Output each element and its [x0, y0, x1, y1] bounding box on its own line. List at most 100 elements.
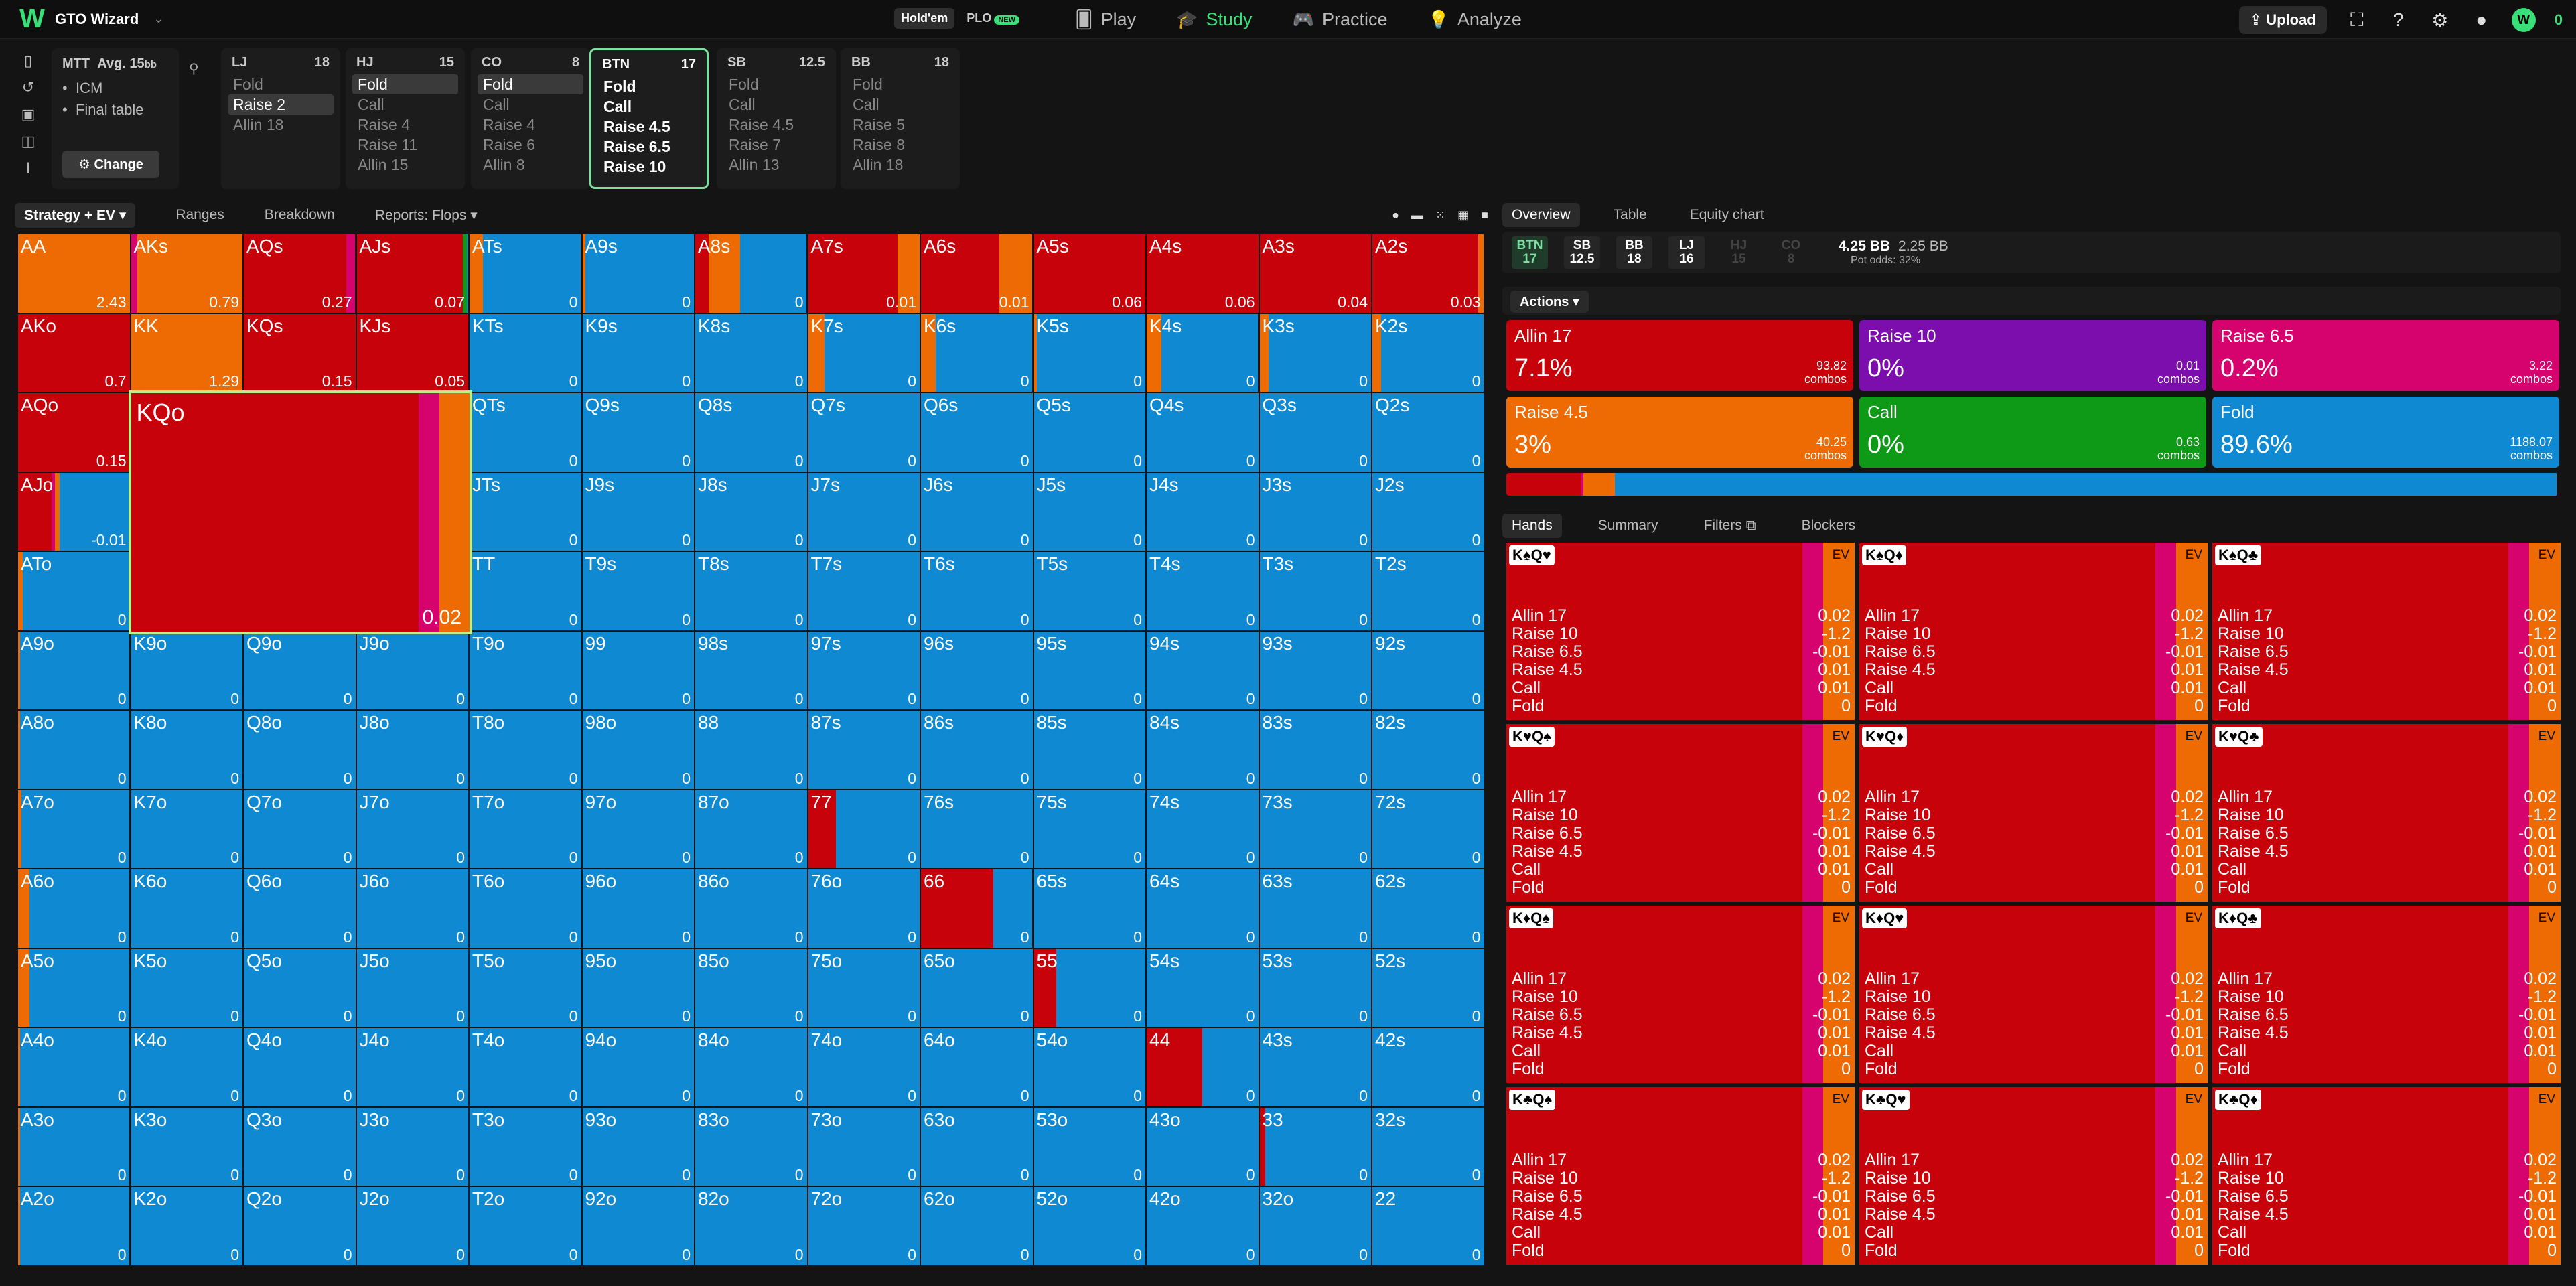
action-card-fold[interactable]: Fold 89.6% 1188.07 combos — [2212, 397, 2559, 468]
hand-cell[interactable]: K5s 0 — [1033, 313, 1147, 393]
hand-cell[interactable]: 55 0 — [1033, 948, 1147, 1028]
hand-cell[interactable]: Q8s 0 — [695, 393, 808, 473]
position-action[interactable]: Raise 11 — [352, 135, 458, 155]
hand-cell[interactable]: K2o 0 — [131, 1187, 244, 1267]
hand-cell[interactable]: J9o 0 — [356, 631, 470, 711]
hand-cell[interactable]: QTs 0 — [470, 393, 583, 473]
hand-cell[interactable]: 82s 0 — [1372, 711, 1486, 790]
history-icon[interactable]: ↺ — [22, 79, 34, 96]
screenshot-icon[interactable]: ⛶ — [2346, 9, 2368, 31]
hand-cell[interactable]: Q5o 0 — [244, 948, 357, 1028]
position-action[interactable]: Raise 8 — [847, 135, 953, 155]
nav-play[interactable]: 🂠 Play — [1075, 9, 1136, 30]
hand-cell[interactable]: KJs 0.05 — [356, 313, 470, 393]
hand-cell[interactable]: 95o 0 — [582, 948, 695, 1028]
hand-cell[interactable]: A9o 0 — [18, 631, 131, 711]
position-action[interactable]: Fold — [847, 74, 953, 94]
position-action[interactable]: Allin 15 — [352, 155, 458, 175]
hand-cell[interactable]: J5o 0 — [356, 948, 470, 1028]
position-action[interactable]: Allin 8 — [478, 155, 583, 175]
position-action[interactable]: Raise 6 — [478, 135, 583, 155]
nav-analyze[interactable]: 💡 Analyze — [1427, 9, 1521, 30]
hand-cell[interactable]: KK 1.29 — [131, 313, 244, 393]
hand-cell[interactable]: 63o 0 — [921, 1107, 1034, 1187]
hand-cell[interactable]: TT 0 — [470, 552, 583, 632]
brand[interactable]: W GTO Wizard ⌄ — [19, 4, 163, 33]
hand-cell[interactable]: 65o 0 — [921, 948, 1034, 1028]
combo-cell[interactable]: K♦Q♣ EV Allin 17 0.02 Raise 10 -1.2 Raise 6.5 -… — [2212, 906, 2561, 1085]
hand-cell[interactable]: A2o 0 — [18, 1187, 131, 1267]
position-card-hj[interactable]: HJ 15 Fold Call Raise 4 Raise 11 Allin 15 — [346, 48, 465, 189]
hand-cell[interactable]: 72o 0 — [808, 1187, 921, 1267]
hand-cell[interactable]: T8s 0 — [695, 552, 808, 632]
hand-cell[interactable]: A3o 0 — [18, 1107, 131, 1187]
hand-cell[interactable]: 76s 0 — [921, 790, 1034, 869]
stack-chip-lj[interactable]: LJ 16 — [1668, 236, 1705, 269]
hand-cell[interactable]: J7o 0 — [356, 790, 470, 869]
hand-cell[interactable]: Q6o 0 — [244, 869, 357, 949]
tab-hands[interactable]: Hands — [1502, 514, 1562, 538]
combo-cell[interactable]: K♠Q♣ EV Allin 17 0.02 Raise 10 -1.2 Raise 6.5 -… — [2212, 543, 2561, 722]
hand-cell[interactable]: J7s 0 — [808, 472, 921, 552]
full-square-icon[interactable]: ■ — [1481, 208, 1488, 222]
tab-blockers[interactable]: Blockers — [1792, 514, 1865, 538]
hand-cell[interactable]: Q3s 0 — [1259, 393, 1372, 473]
position-action[interactable]: Raise 4 — [478, 115, 583, 135]
hand-cell[interactable]: K9o 0 — [131, 631, 244, 711]
position-action[interactable]: Call — [598, 96, 700, 117]
hand-cell[interactable]: K6s 0 — [921, 313, 1034, 393]
nav-practice[interactable]: 🎮 Practice — [1293, 9, 1388, 30]
tab-equity-chart[interactable]: Equity chart — [1680, 203, 1774, 227]
hand-cell[interactable]: K3o 0 — [131, 1107, 244, 1187]
hand-cell[interactable]: ATs 0 — [470, 234, 583, 314]
hand-cell[interactable]: 93o 0 — [582, 1107, 695, 1187]
hand-cell[interactable]: T6o 0 — [470, 869, 583, 949]
hand-cell[interactable]: 73o 0 — [808, 1107, 921, 1187]
hand-cell[interactable]: T7o 0 — [470, 790, 583, 869]
hand-cell[interactable]: 82o 0 — [695, 1187, 808, 1267]
hand-cell[interactable]: T4o 0 — [470, 1028, 583, 1108]
hand-cell[interactable]: 43s 0 — [1259, 1028, 1372, 1108]
hand-cell[interactable]: AJo -0.01 — [18, 472, 131, 552]
hand-cell[interactable]: 52s 0 — [1372, 948, 1486, 1028]
action-card-raise-10[interactable]: Raise 10 0% 0.01 combos — [1859, 320, 2206, 391]
grid-icon[interactable]: ▦ — [1457, 208, 1469, 222]
hand-cell[interactable]: 62s 0 — [1372, 869, 1486, 949]
hand-cell[interactable]: 83o 0 — [695, 1107, 808, 1187]
gear-icon[interactable]: ⚙ — [2429, 9, 2451, 31]
text-cursor-icon[interactable]: I — [26, 159, 30, 177]
hand-cell[interactable]: T2o 0 — [470, 1187, 583, 1267]
action-card-raise-6-5[interactable]: Raise 6.5 0.2% 3.22 combos — [2212, 320, 2559, 391]
position-action[interactable]: Call — [352, 94, 458, 115]
hand-cell[interactable]: 74s 0 — [1147, 790, 1260, 869]
hand-cell[interactable]: K6o 0 — [131, 869, 244, 949]
position-action[interactable]: Call — [847, 94, 953, 115]
hand-cell[interactable]: KTs 0 — [470, 313, 583, 393]
hand-cell[interactable]: AJs 0.07 — [356, 234, 470, 314]
hand-cell[interactable]: K3s 0 — [1259, 313, 1372, 393]
position-action[interactable]: Raise 4.5 — [723, 115, 829, 135]
combo-cell[interactable]: K♦Q♠ EV Allin 17 0.02 Raise 10 -1.2 Raise 6.5 -… — [1506, 906, 1855, 1085]
position-card-sb[interactable]: SB 12.5 Fold Call Raise 4.5 Raise 7 Allin 13 — [717, 48, 836, 189]
hand-cell[interactable]: 88 0 — [695, 711, 808, 790]
position-action[interactable]: Raise 4 — [352, 115, 458, 135]
tab-summary[interactable]: Summary — [1589, 514, 1668, 538]
combo-cell[interactable]: K♠Q♥ EV Allin 17 0.02 Raise 10 -1.2 Raise 6.5 -… — [1506, 543, 1855, 722]
hand-cell[interactable]: 94o 0 — [582, 1028, 695, 1108]
hand-cell[interactable]: T9s 0 — [582, 552, 695, 632]
hand-cell[interactable]: ATo 0 — [18, 552, 131, 632]
gamepad-icon[interactable]: ◫ — [21, 133, 35, 150]
hand-cell[interactable]: K8o 0 — [131, 711, 244, 790]
hand-cell[interactable]: T7s 0 — [808, 552, 921, 632]
tab-filters[interactable]: Filters ⧉ — [1695, 514, 1766, 538]
hand-cell[interactable]: K5o 0 — [131, 948, 244, 1028]
hand-cell[interactable]: J4s 0 — [1147, 472, 1260, 552]
hand-cell[interactable]: 97o 0 — [582, 790, 695, 869]
hand-cell[interactable]: T6s 0 — [921, 552, 1034, 632]
hand-cell[interactable]: 33 0 — [1259, 1107, 1372, 1187]
position-action[interactable]: Fold — [478, 74, 583, 94]
hand-cell[interactable]: T4s 0 — [1147, 552, 1260, 632]
hand-cell[interactable]: 75o 0 — [808, 948, 921, 1028]
hand-cell[interactable]: AQs 0.27 — [244, 234, 357, 314]
hand-cell[interactable]: KQs 0.15 — [244, 313, 357, 393]
